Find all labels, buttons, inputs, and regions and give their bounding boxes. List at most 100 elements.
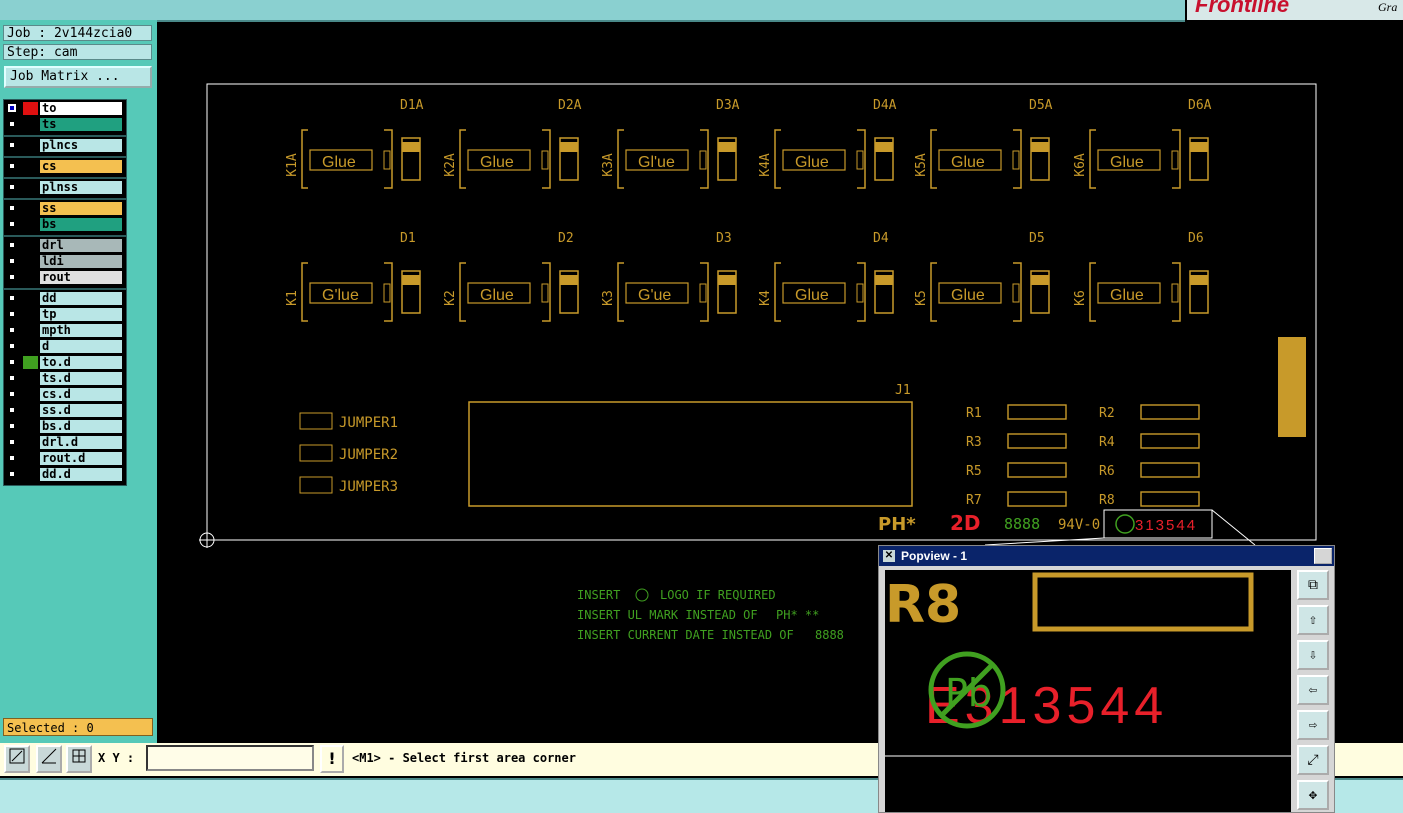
layer-name[interactable]: plncs: [39, 138, 123, 153]
layer-row-rout[interactable]: rout: [5, 270, 125, 285]
layer-checkbox[interactable]: [8, 470, 16, 478]
glue-label: G'ue: [638, 287, 671, 304]
layer-row-drl[interactable]: drl: [5, 238, 125, 253]
layer-row-cs[interactable]: cs: [5, 159, 125, 174]
layer-name[interactable]: ss: [39, 201, 123, 216]
layer-checkbox[interactable]: [8, 220, 16, 228]
layer-name[interactable]: bs.d: [39, 419, 123, 434]
popview-pad: [1032, 572, 1254, 632]
layer-name[interactable]: mpth: [39, 323, 123, 338]
layer-name[interactable]: ss.d: [39, 403, 123, 418]
relay-stub: [541, 283, 549, 303]
grid-snap-button[interactable]: [66, 745, 92, 773]
relay-label: K5A: [914, 153, 929, 177]
relay-bracket-right: [1172, 129, 1181, 189]
popview-canvas[interactable]: R8 E313544 Pb: [885, 570, 1291, 812]
relay-stub: [1012, 150, 1020, 170]
layer-checkbox[interactable]: [8, 120, 16, 128]
layer-row-dd-d[interactable]: dd.d: [5, 467, 125, 482]
measure-button[interactable]: [36, 745, 62, 773]
layer-row-mpth[interactable]: mpth: [5, 323, 125, 338]
relay-bracket-left: [301, 262, 308, 322]
layer-checkbox[interactable]: [8, 183, 16, 191]
layer-checkbox[interactable]: [8, 390, 16, 398]
layer-name[interactable]: to.d: [39, 355, 123, 370]
layer-name[interactable]: ts.d: [39, 371, 123, 386]
relay-bracket-right: [1172, 262, 1181, 322]
popview-pan-left-button[interactable]: ⇦: [1297, 675, 1329, 705]
layer-row-cs-d[interactable]: cs.d: [5, 387, 125, 402]
layer-row-tp[interactable]: tp: [5, 307, 125, 322]
layer-checkbox[interactable]: [8, 241, 16, 249]
popview-center-button[interactable]: ✥: [1297, 780, 1329, 810]
part-number: 313544: [1135, 517, 1197, 534]
layer-checkbox[interactable]: [8, 273, 16, 281]
layer-row-bs[interactable]: bs: [5, 217, 125, 232]
layer-checkbox[interactable]: [8, 422, 16, 430]
popview-window[interactable]: ✕ Popview - 1 ✕ R8 E313544 Pb ⧉ ⇧ ⇩ ⇦ ⇨ …: [878, 545, 1346, 813]
note-text-value: 8888: [815, 628, 844, 642]
layer-checkbox[interactable]: [8, 310, 16, 318]
layer-checkbox[interactable]: [8, 438, 16, 446]
popview-zoom-button[interactable]: ⧉: [1297, 570, 1329, 600]
layer-name[interactable]: plnss: [39, 180, 123, 195]
layer-row-to-d[interactable]: to.d: [5, 355, 125, 370]
layer-row-d[interactable]: d: [5, 339, 125, 354]
layer-row-drl-d[interactable]: drl.d: [5, 435, 125, 450]
close-button[interactable]: ✕: [1314, 548, 1346, 564]
led-pad: [402, 275, 420, 285]
layer-checkbox[interactable]: [8, 204, 16, 212]
layer-checkbox[interactable]: [8, 406, 16, 414]
layer-row-ts-d[interactable]: ts.d: [5, 371, 125, 386]
popview-pan-down-button[interactable]: ⇩: [1297, 640, 1329, 670]
layer-name[interactable]: drl.d: [39, 435, 123, 450]
popview-fit-button[interactable]: ⤢: [1297, 745, 1329, 775]
layer-checkbox[interactable]: [8, 358, 16, 366]
layer-checkbox[interactable]: [8, 374, 16, 382]
layer-name[interactable]: rout.d: [39, 451, 123, 466]
popview-pan-right-button[interactable]: ⇨: [1297, 710, 1329, 740]
layer-name[interactable]: cs: [39, 159, 123, 174]
layer-checkbox[interactable]: [8, 326, 16, 334]
layer-name[interactable]: dd.d: [39, 467, 123, 482]
layer-row-dd[interactable]: dd: [5, 291, 125, 306]
job-matrix-button[interactable]: Job Matrix ...: [4, 66, 152, 88]
layer-row-to[interactable]: to: [5, 101, 125, 116]
zoom-area-button[interactable]: [4, 745, 30, 773]
layer-row-plncs[interactable]: plncs: [5, 138, 125, 153]
layer-name[interactable]: ts: [39, 117, 123, 132]
layer-row-bs-d[interactable]: bs.d: [5, 419, 125, 434]
layer-name[interactable]: rout: [39, 270, 123, 285]
layer-row-ldi[interactable]: ldi: [5, 254, 125, 269]
zoom-area-icon: [9, 748, 25, 764]
popview-titlebar[interactable]: ✕ Popview - 1 ✕: [879, 546, 1346, 566]
layer-name[interactable]: tp: [39, 307, 123, 322]
layer-name[interactable]: to: [39, 101, 123, 116]
layer-row-rout-d[interactable]: rout.d: [5, 451, 125, 466]
grid-icon: [72, 749, 86, 763]
layer-name[interactable]: cs.d: [39, 387, 123, 402]
layer-row-plnss[interactable]: plnss: [5, 180, 125, 195]
layer-checkbox[interactable]: [8, 257, 16, 265]
layer-name[interactable]: ldi: [39, 254, 123, 269]
layer-checkbox[interactable]: [8, 104, 16, 112]
layer-name[interactable]: drl: [39, 238, 123, 253]
layer-name[interactable]: d: [39, 339, 123, 354]
jumper-pad: [299, 412, 333, 430]
led-label: D2: [558, 231, 574, 246]
layer-checkbox[interactable]: [8, 342, 16, 350]
layer-checkbox[interactable]: [8, 454, 16, 462]
layer-name[interactable]: dd: [39, 291, 123, 306]
layer-checkbox[interactable]: [8, 162, 16, 170]
popview-pan-up-button[interactable]: ⇧: [1297, 605, 1329, 635]
layer-row-ss-d[interactable]: ss.d: [5, 403, 125, 418]
layer-row-ts[interactable]: ts: [5, 117, 125, 132]
xy-input[interactable]: [146, 745, 314, 771]
layer-name[interactable]: bs: [39, 217, 123, 232]
relay-bracket-right: [542, 129, 551, 189]
layer-row-ss[interactable]: ss: [5, 201, 125, 216]
layer-checkbox[interactable]: [8, 141, 16, 149]
layer-checkbox[interactable]: [8, 294, 16, 302]
note-pb-icon: [635, 588, 649, 602]
message-button[interactable]: !: [320, 745, 344, 773]
